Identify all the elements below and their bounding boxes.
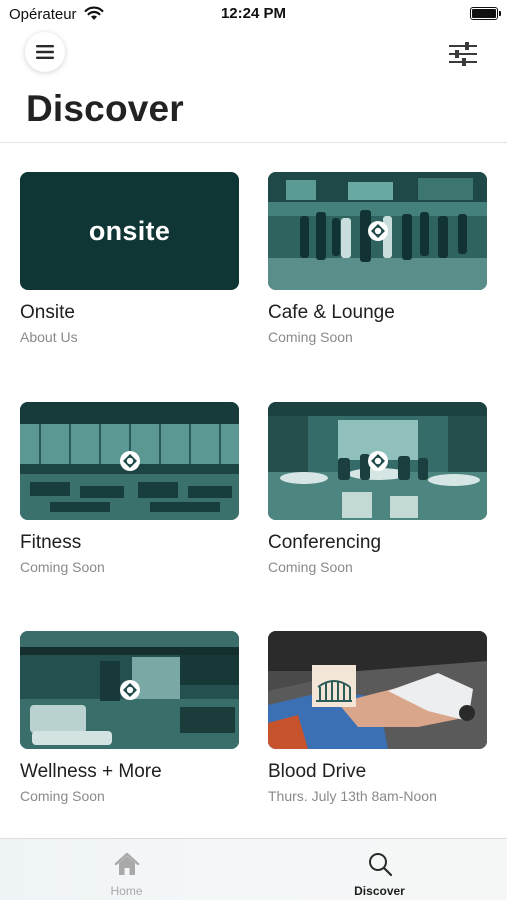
card-subtitle: Thurs. July 13th 8am-Noon: [268, 788, 437, 804]
sliders-filter-icon: [449, 42, 477, 66]
card-title: Onsite: [20, 302, 75, 323]
conferencing-photo: [268, 402, 487, 520]
home-icon: [114, 852, 139, 875]
card-fitness[interactable]: Fitness Coming Soon: [20, 402, 239, 575]
card-title: Cafe & Lounge: [268, 302, 395, 323]
card-onsite[interactable]: onsite Onsite About Us: [20, 172, 239, 345]
card-subtitle: About Us: [20, 329, 78, 345]
card-title: Wellness + More: [20, 761, 162, 782]
page-title: Discover: [26, 88, 184, 129]
onsite-diamond-icon: [119, 680, 140, 700]
wellness-photo: [20, 631, 239, 749]
tab-discover[interactable]: Discover: [253, 839, 506, 900]
onsite-diamond-icon: [367, 221, 388, 241]
header-divider: [0, 142, 507, 143]
card-subtitle: Coming Soon: [268, 329, 353, 345]
battery-icon: [470, 7, 501, 20]
tab-discover-label: Discover: [354, 884, 405, 898]
blood-drive-photo: [268, 631, 487, 749]
onsite-diamond-icon: [119, 451, 140, 471]
card-wellness-more[interactable]: Wellness + More Coming Soon: [20, 631, 239, 804]
card-title: Conferencing: [268, 532, 382, 553]
filter-button[interactable]: [447, 40, 479, 68]
card-subtitle: Coming Soon: [20, 559, 105, 575]
tab-home[interactable]: Home: [0, 839, 253, 900]
card-cafe-lounge[interactable]: Cafe & Lounge Coming Soon: [268, 172, 487, 345]
cafe-lounge-photo: [268, 172, 487, 290]
fitness-photo: [20, 402, 239, 520]
status-bar: Opérateur 12:24 PM: [0, 0, 507, 28]
search-icon: [368, 853, 392, 877]
card-title: Blood Drive: [268, 761, 367, 782]
hamburger-menu-icon: [36, 45, 54, 59]
status-time: 12:24 PM: [220, 5, 287, 22]
onsite-diamond-icon: [367, 451, 388, 471]
bottom-tab-bar: Home Discover: [0, 838, 507, 900]
menu-button[interactable]: [25, 32, 65, 72]
onsite-logo-image: onsite: [20, 172, 239, 290]
card-conferencing[interactable]: Conferencing Coming Soon: [268, 402, 487, 575]
card-title: Fitness: [20, 532, 82, 553]
tab-home-label: Home: [110, 884, 143, 898]
card-subtitle: Coming Soon: [20, 788, 105, 804]
onsite-logo-text: onsite: [88, 215, 171, 246]
card-blood-drive[interactable]: Blood Drive Thurs. July 13th 8am-Noon: [268, 631, 487, 804]
card-subtitle: Coming Soon: [268, 559, 353, 575]
